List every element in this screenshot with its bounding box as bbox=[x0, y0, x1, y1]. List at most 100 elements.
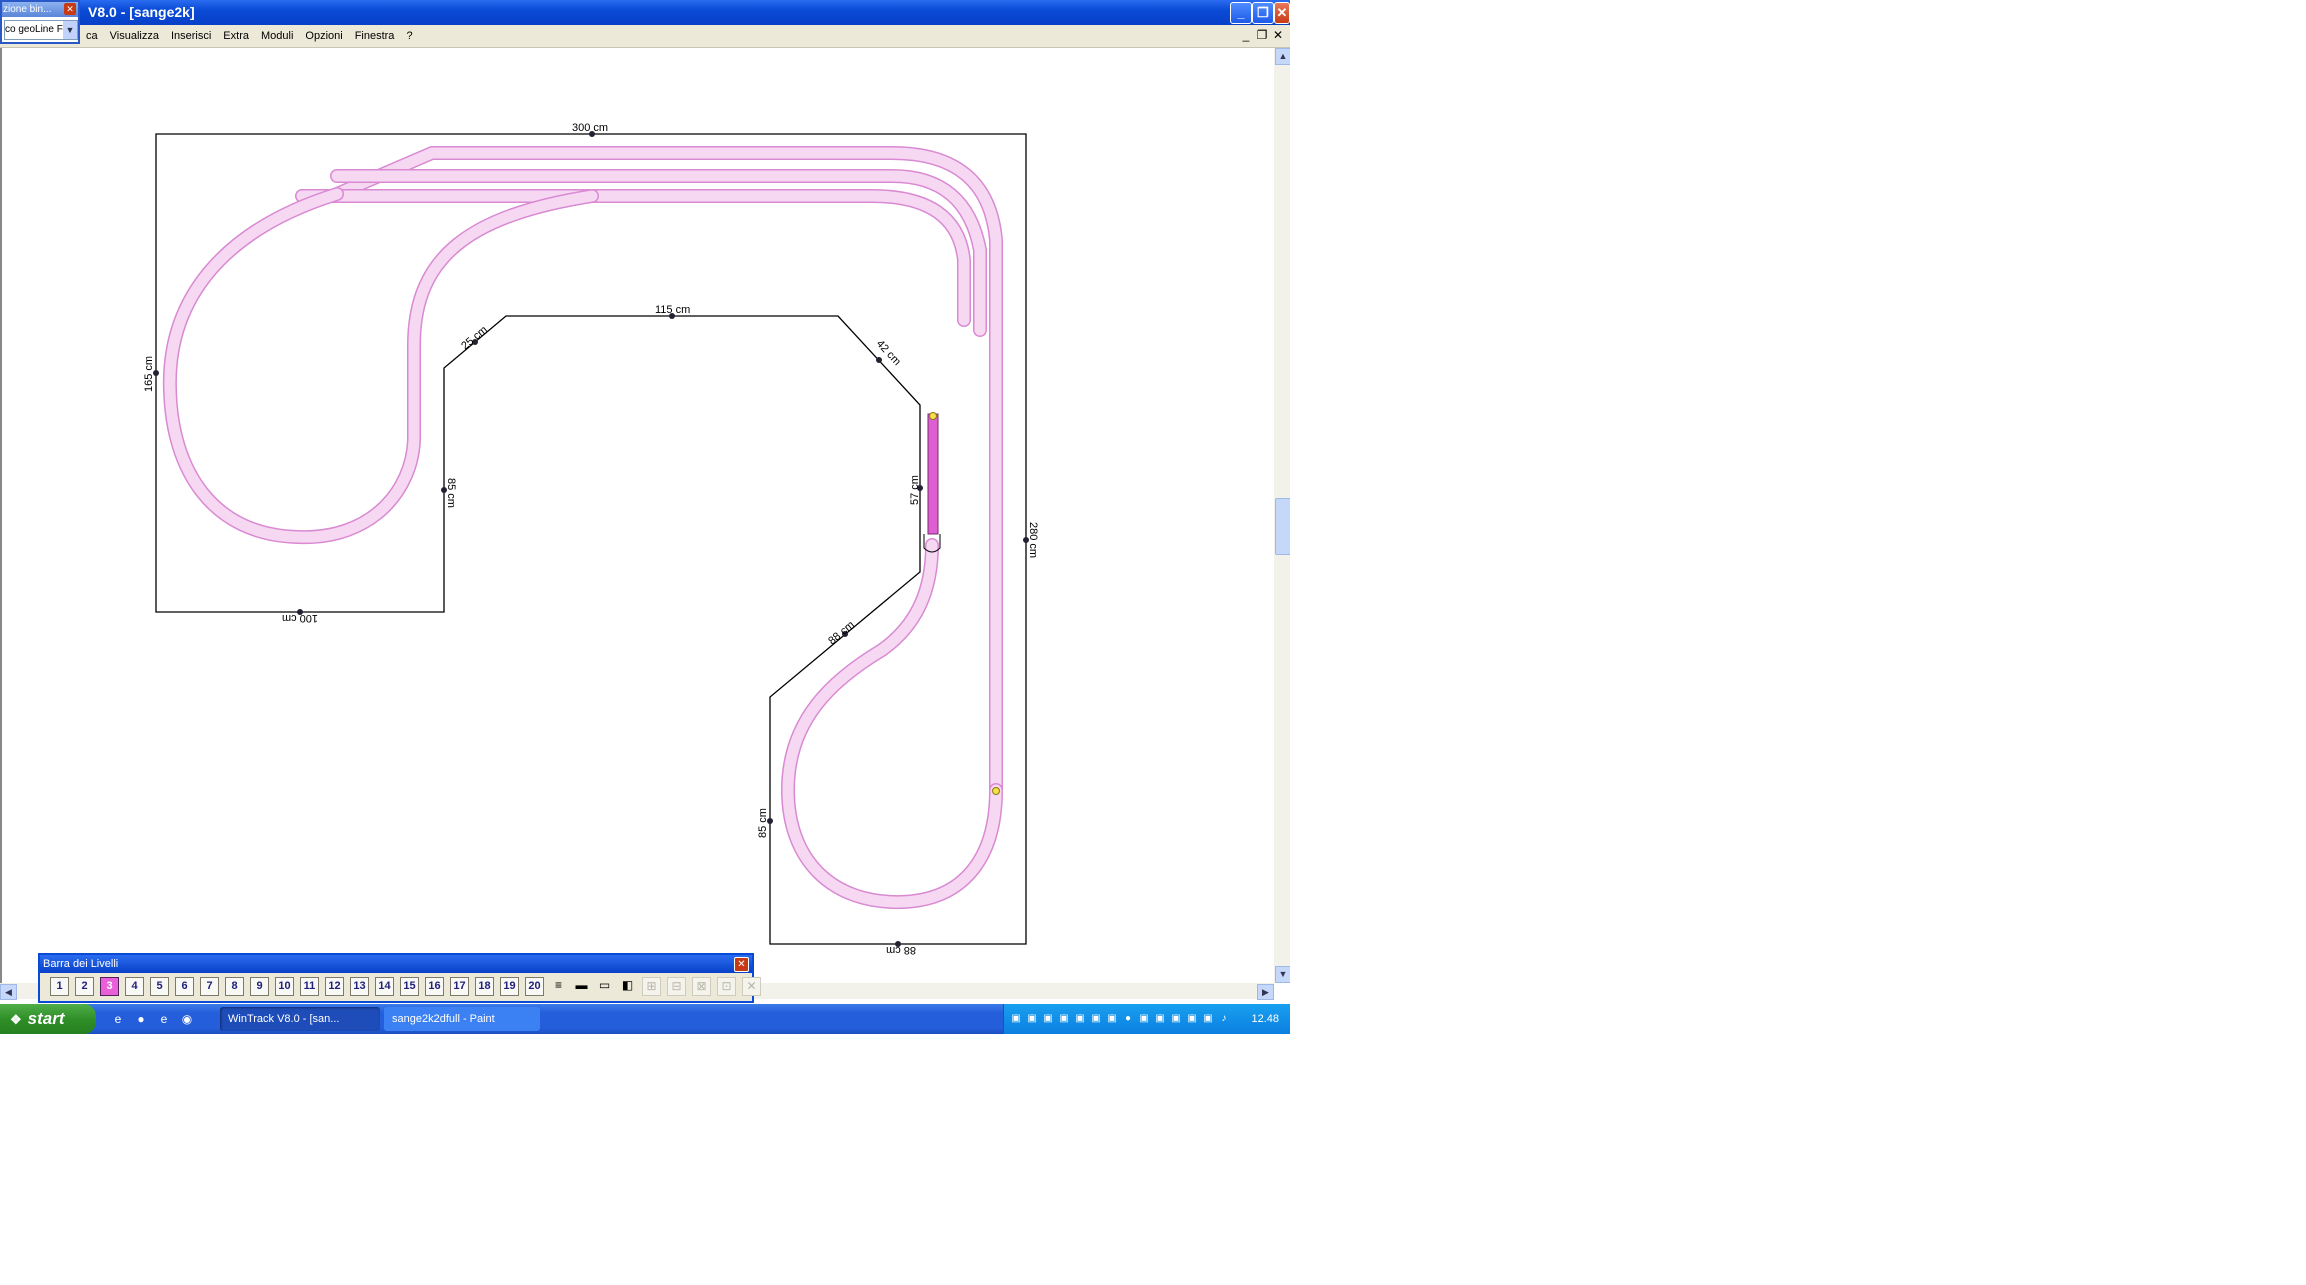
close-icon[interactable]: ✕ bbox=[1274, 2, 1290, 24]
menu-item[interactable]: Finestra bbox=[349, 25, 401, 47]
panel-close-icon[interactable]: ✕ bbox=[64, 3, 76, 15]
train-grey-icon[interactable]: ▭ bbox=[596, 977, 613, 994]
disabled-tool-icon: ⊡ bbox=[717, 977, 736, 996]
scroll-left-icon[interactable]: ◀ bbox=[0, 984, 17, 1000]
level-button[interactable]: 1 bbox=[50, 977, 69, 996]
tray-icon[interactable]: ▣ bbox=[1170, 1012, 1182, 1025]
levels-close-icon[interactable]: ✕ bbox=[734, 957, 749, 972]
level-button[interactable]: 9 bbox=[250, 977, 269, 996]
dim-bottom-left-label: 100 cm bbox=[282, 612, 318, 624]
start-button[interactable]: ❖ start bbox=[0, 1004, 96, 1034]
dim-bottom-right-label: 88 cm bbox=[886, 944, 916, 956]
level-button[interactable]: 17 bbox=[450, 977, 469, 996]
track-outer bbox=[330, 146, 1003, 797]
menu-item[interactable]: Extra bbox=[217, 25, 255, 47]
tray-icon[interactable]: ▣ bbox=[1010, 1012, 1022, 1025]
mdi-close-icon[interactable]: ✕ bbox=[1270, 28, 1286, 42]
title-bar[interactable]: V8.0 - [sange2k] _ ❐ ✕ bbox=[0, 0, 1290, 25]
task-paint[interactable]: sange2k2dfull - Paint bbox=[384, 1007, 540, 1031]
mdi-controls: _ ❐ ✕ bbox=[1238, 28, 1286, 42]
tray-icon[interactable]: ▣ bbox=[1138, 1012, 1150, 1025]
dim-diag1-label: 25 cm bbox=[459, 324, 490, 352]
menu-item[interactable]: Inserisci bbox=[165, 25, 217, 47]
layout-canvas[interactable]: 300 cm 165 cm 100 cm 85 cm 25 cm 115 cm … bbox=[0, 48, 1276, 983]
tray-icon[interactable]: ▣ bbox=[1058, 1012, 1070, 1025]
disabled-tool-icon: ⊟ bbox=[667, 977, 686, 996]
firefox-quicklaunch-icon[interactable]: ◉ bbox=[179, 1011, 195, 1027]
dim-inner-left-label: 85 cm bbox=[445, 478, 457, 508]
level-button[interactable]: 8 bbox=[225, 977, 244, 996]
menu-item[interactable]: ca bbox=[80, 25, 104, 47]
level-button[interactable]: 18 bbox=[475, 977, 494, 996]
task-label: sange2k2dfull - Paint bbox=[392, 1013, 495, 1025]
level-button[interactable]: 6 bbox=[175, 977, 194, 996]
level-button[interactable]: 15 bbox=[400, 977, 419, 996]
tray-icon[interactable]: ▣ bbox=[1026, 1012, 1038, 1025]
tray-icon[interactable]: ▣ bbox=[1186, 1012, 1198, 1025]
tray-icon[interactable]: ● bbox=[1122, 1012, 1134, 1025]
tray-icon[interactable]: ▣ bbox=[1202, 1012, 1214, 1025]
level-button[interactable]: 12 bbox=[325, 977, 344, 996]
volume-icon[interactable]: ♪ bbox=[1218, 1012, 1230, 1025]
dim-right-label: 280 cm bbox=[1027, 522, 1039, 558]
wintrack-window: V8.0 - [sange2k] _ ❐ ✕ ca Visualizza Inser… bbox=[0, 0, 1290, 1034]
minimize-icon[interactable]: _ bbox=[1230, 2, 1252, 24]
disabled-tool-icon: ✕ bbox=[742, 977, 761, 996]
scroll-right-icon[interactable]: ▶ bbox=[1257, 984, 1274, 1000]
siding-track bbox=[927, 413, 939, 535]
train-red-icon[interactable]: ▬ bbox=[573, 977, 590, 994]
vertical-scroll-thumb[interactable] bbox=[1275, 498, 1290, 555]
tray-icon[interactable]: ▣ bbox=[1074, 1012, 1086, 1025]
track-selection-panel: zione bin... ✕ co geoLine F ▼ bbox=[0, 0, 80, 44]
level-button[interactable]: 4 bbox=[125, 977, 144, 996]
tray-icon[interactable]: ▣ bbox=[1090, 1012, 1102, 1025]
track-group bbox=[162, 146, 1003, 910]
level-button[interactable]: 5 bbox=[150, 977, 169, 996]
ie-quicklaunch-icon[interactable]: e bbox=[110, 1011, 126, 1027]
level-button[interactable]: 7 bbox=[200, 977, 219, 996]
mdi-restore-icon[interactable]: ❐ bbox=[1254, 28, 1270, 42]
layer-stack-icon[interactable]: ≡ bbox=[550, 977, 567, 994]
level-button[interactable]: 16 bbox=[425, 977, 444, 996]
dim-left-label: 165 cm bbox=[143, 356, 155, 392]
marker-point-right bbox=[992, 787, 1000, 795]
layers-green-icon[interactable]: ◧ bbox=[619, 977, 636, 994]
select-value: co geoLine F bbox=[5, 24, 63, 35]
task-label: WinTrack V8.0 - [san... bbox=[228, 1013, 340, 1025]
level-button[interactable]: 2 bbox=[75, 977, 94, 996]
media-quicklaunch-icon[interactable]: ● bbox=[133, 1011, 149, 1027]
menu-item[interactable]: Opzioni bbox=[299, 25, 348, 47]
level-button[interactable]: 14 bbox=[375, 977, 394, 996]
taskbar: ❖ start e ● e ◉ WinTrack V8.0 - [san... s… bbox=[0, 1004, 1290, 1034]
restore-icon[interactable]: ❐ bbox=[1252, 2, 1274, 24]
menu-bar: ca Visualizza Inserisci Extra Moduli Opzioni F… bbox=[0, 25, 1290, 48]
level-button[interactable]: 19 bbox=[500, 977, 519, 996]
windows-logo-icon: ❖ bbox=[10, 1012, 22, 1027]
level-button[interactable]: 11 bbox=[300, 977, 319, 996]
chevron-down-icon[interactable]: ▼ bbox=[63, 21, 77, 39]
tray-icon[interactable]: ▣ bbox=[1154, 1012, 1166, 1025]
level-button[interactable]: 3 bbox=[100, 977, 119, 996]
window-title: V8.0 - [sange2k] bbox=[88, 4, 195, 20]
scroll-down-icon[interactable]: ▼ bbox=[1275, 966, 1290, 983]
dim-diag3-label: 88 cm bbox=[826, 619, 857, 647]
vertical-scrollbar[interactable]: ▲ ▼ bbox=[1274, 48, 1290, 983]
track-system-select[interactable]: co geoLine F ▼ bbox=[4, 20, 78, 40]
tray-icon[interactable]: ▣ bbox=[1106, 1012, 1118, 1025]
menu-item[interactable]: ? bbox=[400, 25, 418, 47]
marker-point-top bbox=[929, 412, 937, 420]
levels-toolbar: Barra dei Livelli ✕ 1 2 3 4 5 6 7 8 9 10 11 12 13 14 1… bbox=[38, 953, 761, 1003]
mdi-minimize-icon[interactable]: _ bbox=[1238, 28, 1254, 42]
tray-icon[interactable]: ▣ bbox=[1042, 1012, 1054, 1025]
menu-item[interactable]: Visualizza bbox=[104, 25, 165, 47]
menu-item[interactable]: Moduli bbox=[255, 25, 299, 47]
level-button[interactable]: 20 bbox=[525, 977, 544, 996]
dim-bottom-inner-left-label: 85 cm bbox=[757, 808, 769, 838]
level-button[interactable]: 10 bbox=[275, 977, 294, 996]
dim-top-label: 300 cm bbox=[572, 122, 608, 134]
scroll-up-icon[interactable]: ▲ bbox=[1275, 48, 1290, 65]
dim-inner-top-label: 115 cm bbox=[655, 304, 690, 316]
browser-quicklaunch-icon[interactable]: e bbox=[156, 1011, 172, 1027]
level-button[interactable]: 13 bbox=[350, 977, 369, 996]
task-wintrack[interactable]: WinTrack V8.0 - [san... bbox=[220, 1007, 380, 1031]
